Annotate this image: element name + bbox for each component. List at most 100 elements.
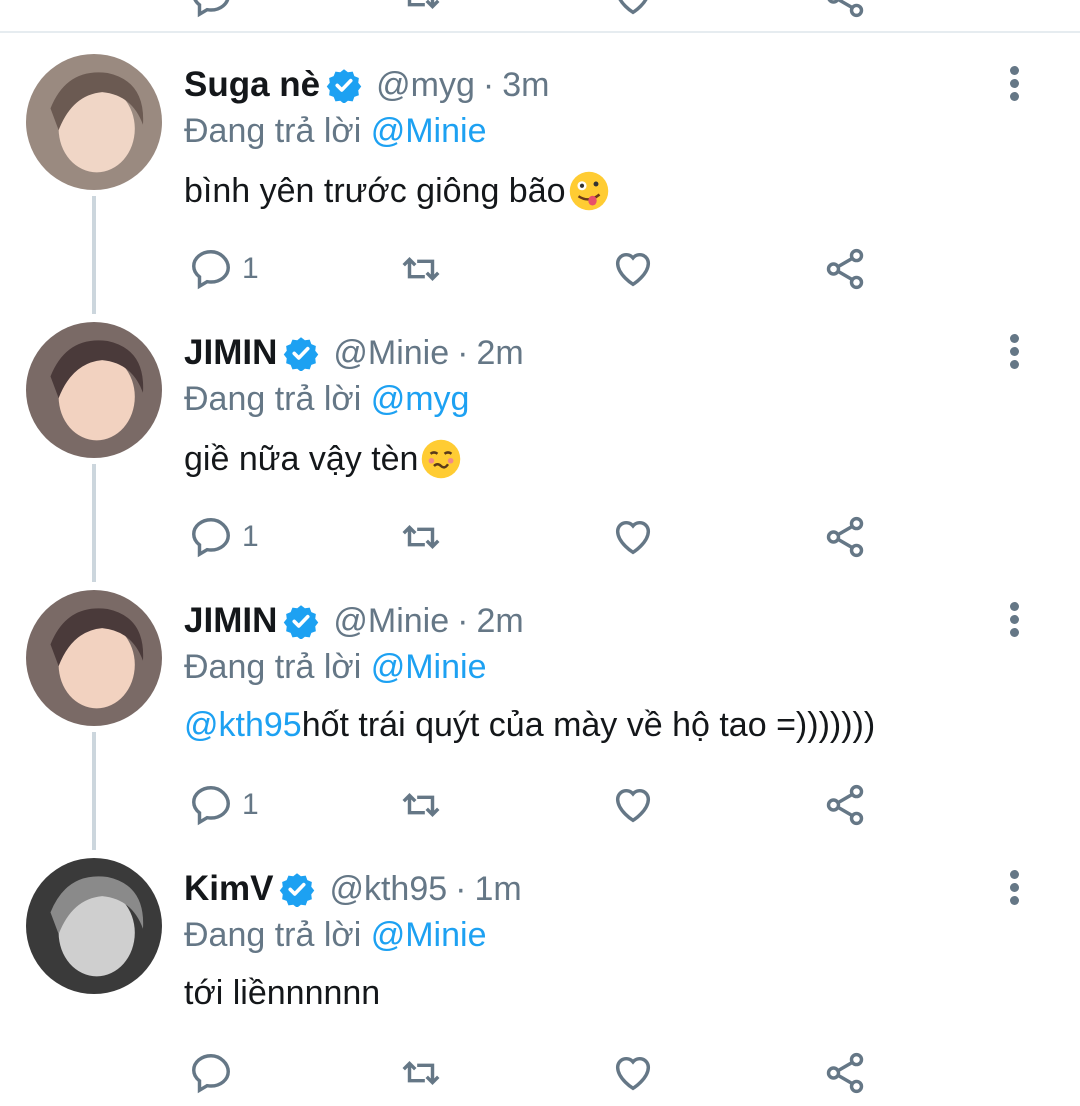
like-button[interactable] [610,1050,656,1096]
text-mention[interactable]: @kth95 [184,706,302,745]
reply-count: 1 [242,252,259,285]
timestamp[interactable]: 2m [476,334,523,373]
reply-count: 1 [242,520,259,553]
divider [0,31,1080,33]
verified-badge-icon [326,67,362,104]
reply-button[interactable]: 1 [188,514,259,560]
handle[interactable]: @myg [376,66,475,105]
separator-dot: · [455,869,467,908]
share-button[interactable] [822,514,868,560]
separator-dot: · [457,601,469,640]
separator-dot: · [457,333,469,372]
like-button[interactable] [610,782,656,828]
reply-button[interactable]: 1 [188,246,259,292]
more-options-icon[interactable] [1004,334,1024,370]
like-button[interactable] [610,246,656,292]
tweet-text: giề nữa vậy tèn [184,438,462,480]
verified-badge-icon [279,871,315,908]
more-options-icon[interactable] [1004,602,1024,638]
share-icon[interactable] [822,0,868,25]
tweet-header: JIMIN @Minie · 2m [184,328,524,378]
like-icon [615,788,651,823]
share-icon [826,516,864,558]
retweet-icon [402,1060,440,1086]
replying-to: Đang trả lời @Minie [184,916,486,955]
share-icon [826,248,864,290]
tweet-text-content: tới liềnnnnnn [184,974,381,1012]
retweet-button[interactable] [398,1050,444,1096]
verified-badge-icon [283,603,319,640]
replying-to: Đang trả lời @myg [184,380,469,419]
more-options-icon[interactable] [1004,66,1024,102]
tweet-header: KimV @kth95 · 1m [184,864,522,914]
more-options-icon[interactable] [1004,870,1024,906]
like-icon [615,520,651,555]
replying-to: Đang trả lời @Minie [184,648,486,687]
replying-to-label: Đang trả lời [184,648,362,686]
display-name[interactable]: JIMIN [184,333,277,373]
reply-icon [192,250,230,290]
retweet-button[interactable] [398,514,444,560]
retweet-icon [402,524,440,550]
zany-face-emoji [568,170,610,212]
replying-to-mention[interactable]: @Minie [371,648,487,686]
handle[interactable]: @Minie [333,602,449,641]
like-icon [615,252,651,287]
reply-icon [192,518,230,558]
timestamp[interactable]: 3m [502,66,549,105]
timestamp[interactable]: 1m [475,870,522,909]
tweet[interactable]: KimV @kth95 · 1m Đang trả lời @Minie tới… [0,838,1080,1106]
avatar[interactable] [26,858,162,994]
tweet-text: bình yên trước giông bão [184,170,610,212]
share-button[interactable] [822,246,868,292]
display-name[interactable]: KimV [184,869,273,909]
tweet[interactable]: JIMIN @Minie · 2m Đang trả lời @myg giề … [0,302,1080,570]
tweet-text-content: bình yên trước giông bão [184,171,566,210]
avatar[interactable] [26,322,162,458]
replying-to-mention[interactable]: @Minie [371,112,487,150]
timestamp[interactable]: 2m [476,602,523,641]
retweet-button[interactable] [398,246,444,292]
reply-icon[interactable] [188,0,234,25]
tweet-text-content: hốt trái quýt của mày về hộ tao =))))))) [301,706,876,744]
like-icon[interactable] [610,0,656,25]
tweet-text: @kth95 hốt trái quýt của mày về hộ tao =… [184,706,875,745]
avatar[interactable] [26,590,162,726]
tweet-text: tới liềnnnnnn [184,974,380,1013]
share-button[interactable] [822,782,868,828]
replying-to-label: Đang trả lời [184,916,362,954]
display-name[interactable]: JIMIN [184,601,277,641]
tweet[interactable]: JIMIN @Minie · 2m Đang trả lời @Minie @k… [0,570,1080,838]
like-icon [615,1056,651,1091]
replying-to-mention[interactable]: @myg [371,380,470,418]
reply-button[interactable] [188,1050,242,1096]
handle[interactable]: @Minie [333,334,449,373]
replying-to: Đang trả lời @Minie [184,112,486,151]
share-icon [826,784,864,826]
separator-dot: · [482,65,495,104]
tweet[interactable]: Suga nè @myg · 3m Đang trả lời @Minie bì… [0,34,1080,302]
replying-to-mention[interactable]: @Minie [371,916,487,954]
retweet-icon [402,792,440,818]
like-button[interactable] [610,514,656,560]
handle[interactable]: @kth95 [329,870,447,909]
reply-button[interactable]: 1 [188,782,259,828]
display-name[interactable]: Suga nè [184,65,320,105]
share-button[interactable] [822,1050,868,1096]
replying-to-label: Đang trả lời [184,112,362,150]
retweet-button[interactable] [398,782,444,828]
reply-icon [192,1054,230,1094]
tweet-header: Suga nè @myg · 3m [184,60,549,110]
tweet-actions: 1 [184,514,884,560]
share-icon [826,1052,864,1094]
reply-icon [192,786,230,826]
retweet-icon[interactable] [398,0,444,25]
tweet-actions [184,1050,884,1096]
verified-badge-icon [283,335,319,372]
replying-to-label: Đang trả lời [184,380,362,418]
tweet-header: JIMIN @Minie · 2m [184,596,524,646]
tweet-text-content: giề nữa vậy tèn [184,439,419,478]
previous-tweet-actions [0,0,1080,18]
tweet-actions: 1 [184,782,884,828]
avatar[interactable] [26,54,162,190]
